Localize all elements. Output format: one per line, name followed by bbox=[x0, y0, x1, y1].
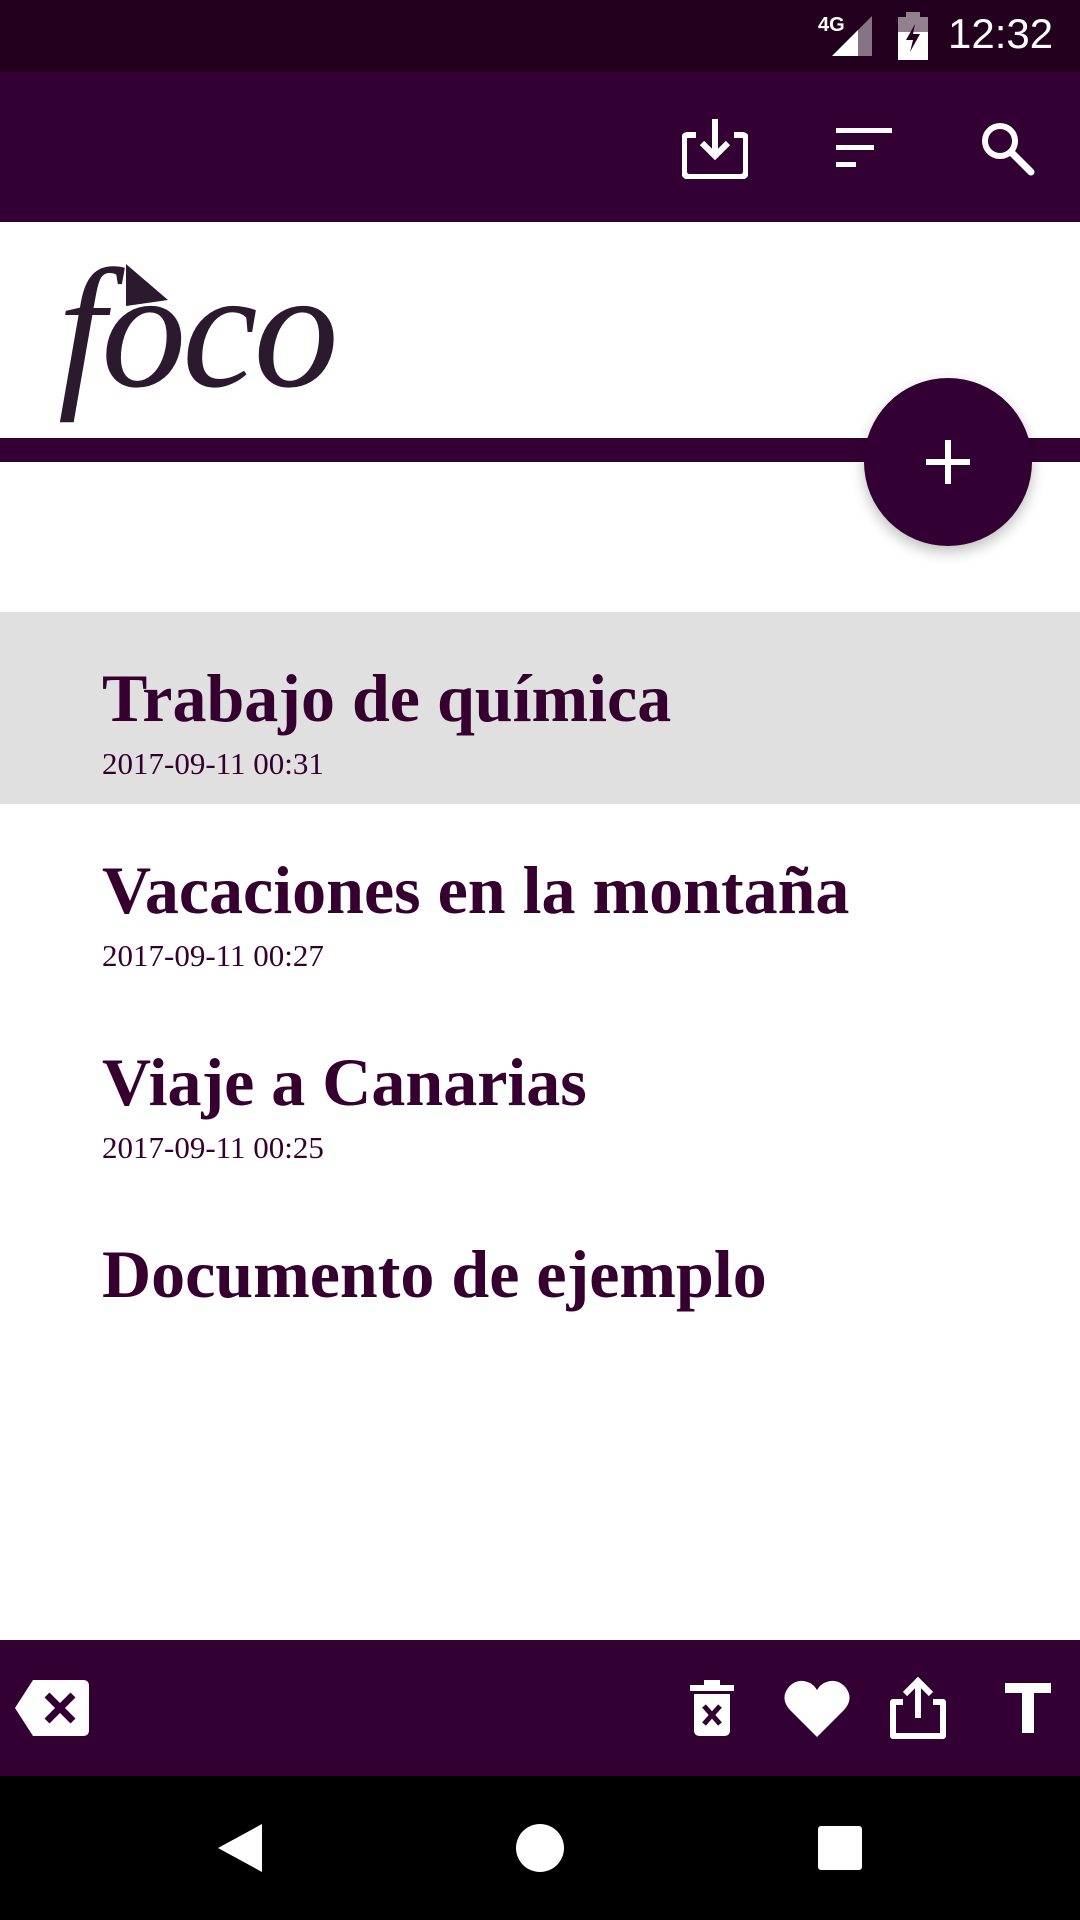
app-bar bbox=[0, 72, 1080, 222]
document-item[interactable]: Vacaciones en la montaña 2017-09-11 00:2… bbox=[0, 804, 1080, 996]
share-button[interactable] bbox=[876, 1668, 960, 1748]
document-date: 2017-09-11 00:27 bbox=[102, 938, 324, 973]
delete-button[interactable] bbox=[670, 1668, 754, 1748]
home-icon bbox=[516, 1824, 564, 1872]
download-tray-icon bbox=[682, 119, 748, 179]
rename-button[interactable] bbox=[986, 1668, 1070, 1748]
back-icon bbox=[218, 1824, 262, 1872]
favorite-button[interactable] bbox=[775, 1668, 859, 1748]
app-logo: foco bbox=[58, 244, 378, 414]
signal-icon bbox=[832, 16, 872, 56]
logo-text: foco bbox=[58, 235, 339, 423]
document-title: Vacaciones en la montaña bbox=[102, 852, 850, 928]
status-bar: 4G 12:32 bbox=[0, 0, 1080, 72]
share-upload-icon bbox=[890, 1676, 946, 1739]
backspace-x-icon bbox=[15, 1680, 89, 1736]
system-navigation-bar bbox=[0, 1776, 1080, 1920]
document-title: Viaje a Canarias bbox=[102, 1044, 587, 1120]
back-button[interactable] bbox=[200, 1812, 280, 1884]
selection-action-bar bbox=[0, 1640, 1080, 1776]
document-title: Documento de ejemplo bbox=[102, 1236, 767, 1312]
document-item[interactable]: Viaje a Canarias 2017-09-11 00:25 bbox=[0, 996, 1080, 1188]
document-date: 2017-09-11 00:25 bbox=[102, 1130, 324, 1165]
logo-flag-icon bbox=[126, 264, 168, 306]
clear-selection-button[interactable] bbox=[10, 1668, 94, 1748]
search-icon bbox=[982, 123, 1035, 176]
import-button[interactable] bbox=[675, 108, 755, 188]
new-document-button[interactable] bbox=[864, 378, 1032, 546]
document-list: Trabajo de química 2017-09-11 00:31 Vaca… bbox=[0, 612, 1080, 1380]
heart-icon bbox=[784, 1680, 850, 1737]
document-date: 2017-09-11 00:31 bbox=[102, 746, 324, 781]
recents-button[interactable] bbox=[800, 1812, 880, 1884]
search-button[interactable] bbox=[967, 108, 1047, 188]
sort-icon bbox=[836, 128, 892, 167]
clock: 12:32 bbox=[948, 10, 1054, 57]
screen: 4G 12:32 foco Trabajo de química 2017-09… bbox=[0, 0, 1080, 1920]
recents-icon bbox=[818, 1826, 862, 1870]
document-title: Trabajo de química bbox=[102, 660, 672, 736]
document-item[interactable]: Documento de ejemplo bbox=[0, 1188, 1080, 1380]
document-item[interactable]: Trabajo de química 2017-09-11 00:31 bbox=[0, 612, 1080, 804]
plus-icon bbox=[926, 440, 970, 484]
trash-icon bbox=[690, 1680, 734, 1736]
home-button[interactable] bbox=[500, 1812, 580, 1884]
battery-charging-icon bbox=[898, 12, 928, 60]
sort-button[interactable] bbox=[824, 108, 904, 188]
text-t-icon bbox=[1005, 1683, 1051, 1733]
